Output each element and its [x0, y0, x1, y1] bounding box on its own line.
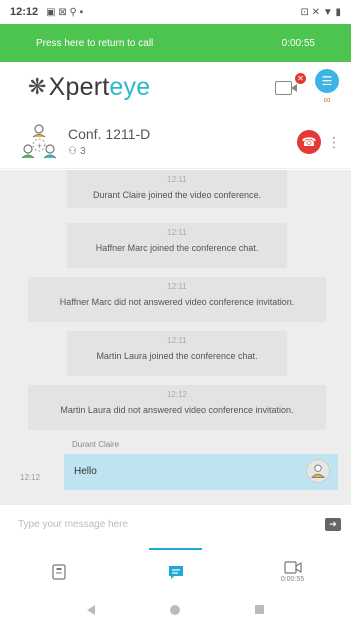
system-message: 12:11 Haffner Marc joined the conference… [67, 223, 287, 268]
menu-button[interactable]: ☰ [315, 68, 339, 93]
message-text: Haffner Marc did not answered video conf… [59, 297, 295, 307]
message-sender: Durant Claire [72, 440, 120, 449]
hang-up-button[interactable]: ☎ [297, 129, 321, 154]
participants-icon: ⚇ [68, 146, 77, 157]
participants-count: ⚇ 3 [68, 146, 150, 157]
more-options-icon[interactable]: ⋮ [327, 135, 341, 149]
logo-text-prefix: Xpert [48, 72, 110, 101]
system-message: 12:11 Haffner Marc did not answered vide… [28, 277, 326, 322]
recent-apps-icon[interactable] [254, 605, 264, 614]
message-text: Martin Laura did not answered video conf… [60, 405, 294, 415]
logo-text-suffix: eye [109, 72, 151, 101]
bottom-tabs: 0:00:55 [0, 548, 351, 596]
system-navigation [0, 596, 351, 623]
message-text: Martin Laura joined the conference chat. [96, 351, 258, 361]
conference-header: + Conf. 1211-D ⚇ 3 ☎ ⋮ [0, 115, 351, 169]
chat-messages[interactable]: 12:11 Durant Claire joined the video con… [0, 170, 351, 505]
video-tab-timer: 0:00:55 [280, 576, 305, 583]
back-nav-icon[interactable] [87, 604, 96, 615]
tab-chat[interactable] [117, 548, 234, 596]
message-composer: ➔ [0, 505, 351, 543]
user-message: Durant Claire 12:12 Hello [0, 440, 351, 500]
tab-video[interactable]: 0:00:55 [234, 548, 351, 596]
home-nav-icon[interactable] [169, 604, 180, 615]
message-time: 12:12 [166, 390, 188, 399]
send-button[interactable]: ➔ [325, 517, 341, 531]
message-text: Durant Claire joined the video conferenc… [92, 190, 262, 200]
document-icon [51, 564, 66, 580]
conference-title: Conf. 1211-D [68, 126, 151, 142]
smart-glasses-icon[interactable]: ∞ [323, 95, 330, 106]
logo-person-icon: ❋ [28, 74, 47, 99]
xperteye-logo: ❋ Xpert eye [28, 73, 150, 102]
tab-documents[interactable] [0, 548, 117, 596]
return-to-call-label: Press here to return to call [36, 37, 154, 49]
status-notification-icons: ▣ ⊠ ⚲ ▪ [46, 6, 84, 18]
message-time: 12:11 [167, 336, 187, 345]
message-text: Haffner Marc joined the conference chat. [95, 243, 259, 253]
message-time: 12:11 [167, 282, 187, 291]
message-time: 12:12 [20, 473, 41, 482]
status-system-icons: ⊡ ✕ ▼ ▮ [300, 6, 342, 18]
system-message: 12:11 Durant Claire joined the video con… [67, 170, 287, 208]
user-avatar-icon [306, 459, 330, 483]
system-message: 12:11 Martin Laura joined the conference… [67, 331, 287, 376]
message-time: 12:11 [167, 228, 187, 237]
status-time: 12:12 [10, 6, 39, 18]
return-to-call-banner[interactable]: Press here to return to call 0:00:55 [0, 24, 351, 62]
video-camera-icon [283, 561, 302, 574]
participants-count-value: 3 [79, 146, 86, 157]
video-disabled-badge-icon: ✕ [295, 73, 306, 84]
status-bar: 12:12 ▣ ⊠ ⚲ ▪ ⊡ ✕ ▼ ▮ [0, 0, 351, 24]
video-off-icon[interactable]: ✕ [275, 73, 306, 97]
message-bubble: Hello [64, 454, 338, 490]
message-time: 12:11 [167, 175, 187, 184]
call-timer: 0:00:55 [281, 37, 315, 49]
brand-bar: ❋ Xpert eye ✕ ☰ ∞ [0, 62, 351, 112]
chat-icon [168, 566, 183, 579]
message-input[interactable] [18, 518, 325, 530]
system-message: 12:12 Martin Laura did not answered vide… [28, 385, 326, 430]
conference-group-icon: + [22, 123, 56, 158]
svg-text:+: + [37, 142, 43, 150]
